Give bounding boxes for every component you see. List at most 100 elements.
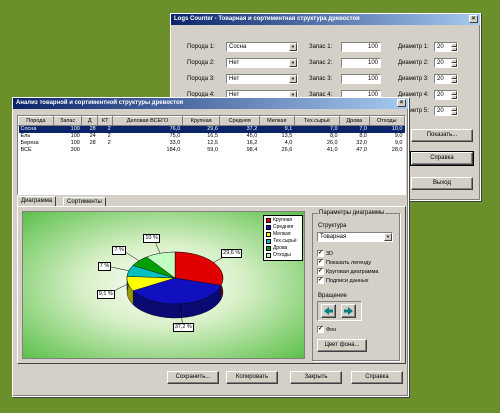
check-background[interactable]: ✓ Фон — [317, 326, 336, 333]
close-button[interactable]: Закрыть — [290, 371, 342, 384]
spin-down-icon[interactable] — [451, 63, 457, 67]
table-cell: Сосна — [18, 125, 54, 133]
table-cell: ВСЕ — [20, 147, 32, 153]
legend-swatch — [266, 232, 271, 237]
table-header-row: Порода Запас Д КТ Деловая ВСЕГО Крупная Средня… — [18, 116, 405, 126]
check-3d[interactable]: ✓ 3D — [317, 250, 333, 257]
legend-label: Средняя — [273, 224, 294, 230]
stock-label: Запас 3: — [309, 76, 333, 82]
table-cell — [98, 147, 113, 154]
close-icon[interactable]: × — [469, 15, 478, 23]
legend-swatch — [266, 225, 271, 230]
save-button[interactable]: Сохранить... — [167, 371, 219, 384]
column-header[interactable]: Д — [81, 116, 99, 126]
legend-label: Мелкая — [273, 231, 291, 237]
column-header[interactable]: Отходы — [368, 116, 405, 126]
checkbox-background[interactable]: ✓ — [317, 326, 324, 333]
column-header[interactable]: Дрова — [339, 116, 370, 126]
rotate-right-button[interactable] — [341, 304, 356, 318]
table-cell: 8,0 — [359, 133, 367, 139]
legend-label: Крупная — [273, 217, 293, 223]
table-cell: 47,0 — [356, 147, 367, 153]
chevron-down-icon[interactable]: ▼ — [384, 233, 392, 241]
species-label: Порода 1: — [187, 44, 215, 50]
check-legend[interactable]: ✓ Показать легенду — [317, 259, 371, 266]
table-cell: 75,0 — [169, 133, 181, 139]
table-cell: 100 — [70, 140, 80, 146]
checkbox-legend[interactable]: ✓ — [317, 259, 324, 266]
legend-swatch — [266, 246, 271, 251]
diameter-stepper[interactable]: 20 — [434, 42, 458, 52]
species-select[interactable]: Сосна ▼ — [226, 42, 298, 52]
species-select-value: Сосна — [229, 44, 247, 50]
species-select[interactable]: Нет ▼ — [226, 74, 298, 84]
table-row[interactable]: ВСЕ 300 184,0 59,0 98,4 26,6 41,0 47,0 28,0 — [19, 147, 405, 154]
column-header[interactable]: Запас — [52, 116, 83, 126]
check-background-label: Фон — [326, 326, 337, 333]
diameter-stepper[interactable]: 20 — [434, 74, 458, 84]
species-select[interactable]: Нет ▼ — [226, 58, 298, 68]
spin-down-icon[interactable] — [451, 47, 457, 51]
diameter-stepper[interactable]: 20 — [434, 90, 458, 100]
table-cell: Береза — [20, 140, 39, 146]
table-cell: 7,0 — [294, 125, 340, 133]
legend-label: Дрова — [273, 245, 288, 251]
column-header[interactable]: Порода — [18, 116, 54, 126]
back-help-button[interactable]: Справка — [410, 151, 474, 166]
table-cell: 9,0 — [394, 133, 403, 139]
column-header[interactable]: Средняя — [219, 116, 260, 126]
column-header[interactable]: КТ — [97, 116, 114, 126]
results-table[interactable]: Порода Запас Д КТ Деловая ВСЕГО Крупная Средня… — [18, 116, 405, 154]
table-row[interactable]: Сосна 100 28 2 76,0 29,6 37,2 9,1 7,0 7,0 10,0 — [18, 125, 405, 133]
stock-input[interactable]: 100 — [341, 42, 381, 52]
analysis-title: Анализ товарной и сортиментной структуры… — [16, 100, 184, 106]
results-table-panel[interactable]: Порода Запас Д КТ Деловая ВСЕГО Крупная Средня… — [17, 115, 406, 195]
table-cell: 26,6 — [281, 147, 293, 153]
table-cell: 76,0 — [112, 125, 183, 133]
checkbox-3d[interactable]: ✓ — [317, 250, 324, 257]
table-cell: Ель — [20, 133, 31, 139]
legend-item: Дрова — [266, 245, 300, 252]
diameter-stepper[interactable]: 20 — [434, 106, 458, 116]
table-cell: 28 — [81, 125, 98, 133]
check-round[interactable]: ✓ Круговая диаграмма — [317, 268, 378, 275]
copy-button[interactable]: Копировать — [226, 371, 278, 384]
help-button[interactable]: Справка — [351, 371, 403, 384]
arrow-left-icon — [324, 307, 333, 315]
chevron-down-icon[interactable]: ▼ — [289, 59, 297, 67]
column-header[interactable]: Тех.сырьё — [293, 116, 341, 126]
column-header[interactable]: Мелкая — [258, 116, 295, 126]
bg-color-button[interactable]: Цвет фона... — [317, 339, 367, 352]
column-header[interactable]: Деловая ВСЕГО — [112, 116, 183, 126]
rotate-left-button[interactable] — [321, 304, 336, 318]
diameter-stepper[interactable]: 20 — [434, 58, 458, 68]
pie-data-label: 10 % — [143, 234, 160, 244]
spin-down-icon[interactable] — [451, 95, 457, 99]
column-header[interactable]: Крупная — [181, 116, 221, 126]
species-label: Порода 2: — [187, 60, 215, 66]
diameter-value: 20 — [437, 108, 444, 114]
table-row[interactable]: Береза 100 28 2 33,0 12,5 16,2 4,0 26,0 32,0 9,0 — [19, 140, 405, 147]
table-cell: 8,0 — [329, 133, 338, 139]
stock-input[interactable]: 100 — [341, 58, 381, 68]
diameter-value: 20 — [437, 60, 444, 66]
rotation-label: Вращение — [318, 293, 347, 299]
species-label: Порода 3: — [187, 76, 215, 82]
checkbox-round[interactable]: ✓ — [317, 268, 324, 275]
check-data-labels[interactable]: ✓ Подписи данных — [317, 277, 369, 284]
stock-label: Запас 1: — [309, 44, 333, 50]
diameter-label: Диаметр 3: — [398, 76, 429, 82]
table-cell: 37,2 — [219, 125, 260, 133]
table-row[interactable]: Ель 100 24 2 75,0 16,5 45,0 13,5 8,0 8,0 9,0 — [19, 133, 405, 140]
chevron-down-icon[interactable]: ▼ — [289, 43, 297, 51]
show-button[interactable]: Показать... — [411, 129, 473, 142]
close-icon[interactable]: × — [397, 99, 406, 107]
stock-input[interactable]: 100 — [341, 74, 381, 84]
spin-down-icon[interactable] — [451, 79, 457, 83]
checkbox-data-labels[interactable]: ✓ — [317, 277, 324, 284]
exit-button[interactable]: Выход — [411, 177, 473, 190]
structure-select[interactable]: Товарная ▼ — [317, 232, 393, 242]
chevron-down-icon[interactable]: ▼ — [289, 75, 297, 83]
spin-down-icon[interactable] — [451, 111, 457, 115]
table-cell: 13,5 — [281, 133, 293, 139]
